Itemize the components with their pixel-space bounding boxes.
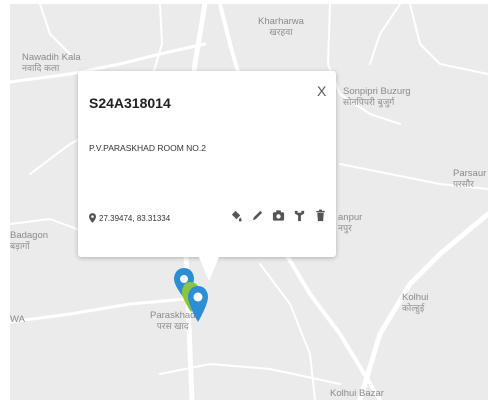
place-label: Kolhui कोल्हुई bbox=[402, 292, 429, 313]
paint-bucket-icon[interactable] bbox=[229, 208, 244, 223]
place-label: anpur नपुर bbox=[338, 212, 363, 233]
info-popup: X S24A318014 P.V.PARASKHAD ROOM NO.2 27.… bbox=[78, 71, 336, 281]
coordinates-row: 27.39474, 83.31334 bbox=[89, 213, 170, 223]
coordinates-text: 27.39474, 83.31334 bbox=[99, 213, 171, 223]
place-label: Nawadih Kala नवादि कला bbox=[22, 52, 81, 73]
place-label: Sonpipri Buzurg सोनपिपरी बुजुर्ग bbox=[343, 86, 411, 107]
map-canvas[interactable]: Kharharwa खरहवा Nawadih Kala नवादि कला Son… bbox=[10, 4, 488, 400]
screenshot-frame: Kharharwa खरहवा Nawadih Kala नवादि कला Son… bbox=[0, 0, 495, 405]
close-button[interactable]: X bbox=[317, 83, 326, 99]
place-label: Badagon बड़ागों bbox=[10, 230, 49, 251]
location-pin-icon bbox=[89, 213, 96, 223]
place-label: WA bbox=[10, 314, 25, 325]
popup-pointer bbox=[198, 255, 220, 281]
popup-title: S24A318014 bbox=[89, 95, 171, 111]
pencil-icon[interactable] bbox=[250, 208, 265, 223]
camera-icon[interactable] bbox=[271, 208, 286, 223]
place-label: Kharharwa खरहवा bbox=[258, 16, 304, 37]
popup-toolbar bbox=[229, 208, 328, 223]
place-label: Kolhui Bazar bbox=[330, 388, 384, 399]
tools-icon[interactable] bbox=[292, 208, 307, 223]
trash-icon[interactable] bbox=[313, 208, 328, 223]
popup-address: P.V.PARASKHAD ROOM NO.2 bbox=[89, 143, 206, 153]
place-label: Parsaur परसौर bbox=[453, 168, 487, 189]
